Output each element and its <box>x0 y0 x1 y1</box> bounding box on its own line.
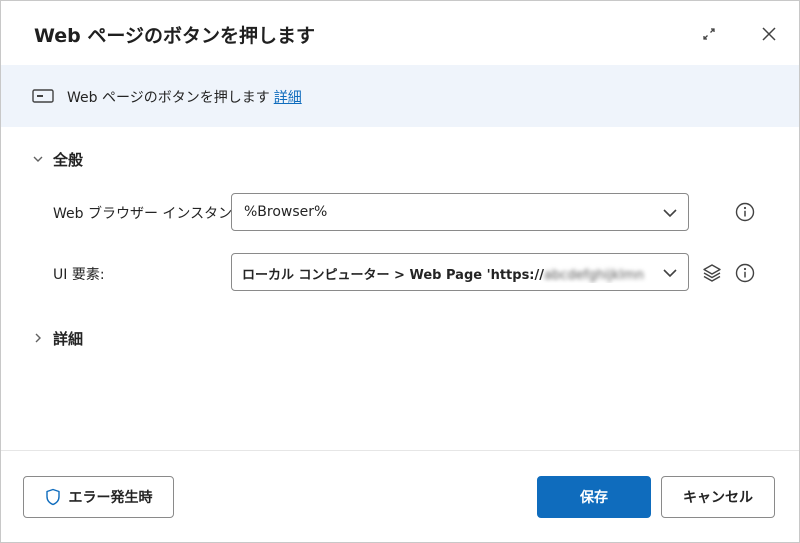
footer-divider <box>1 450 799 451</box>
cancel-button[interactable]: キャンセル <box>661 476 775 518</box>
save-label: 保存 <box>580 490 608 506</box>
browser-instance-label: Web ブラウザー インスタンス: <box>53 206 251 222</box>
chevron-down-icon <box>663 209 677 218</box>
save-button[interactable]: 保存 <box>537 476 651 518</box>
section-general-toggle[interactable]: 全般 <box>31 148 83 170</box>
section-advanced-label: 詳細 <box>53 329 84 348</box>
ui-element-value-redacted: abcdefghijklmn <box>544 268 644 283</box>
expand-icon[interactable] <box>698 23 720 45</box>
layers-icon[interactable] <box>701 262 723 284</box>
ui-element-info-icon[interactable] <box>735 263 755 283</box>
ui-element-dropdown[interactable]: ローカル コンピューター > Web Page 'https://abcdefg… <box>231 253 689 291</box>
chevron-right-icon <box>35 333 41 343</box>
chevron-down-icon <box>33 156 43 162</box>
section-general-label: 全般 <box>53 150 84 169</box>
chevron-down-icon <box>663 269 677 278</box>
close-icon[interactable] <box>758 23 780 45</box>
ui-element-value-prefix: ローカル コンピューター > Web Page 'https:// <box>242 268 544 283</box>
banner-description: Web ページのボタンを押します 詳細 <box>67 87 302 107</box>
browser-instance-value: %Browser% <box>244 204 328 220</box>
on-error-label: エラー発生時 <box>68 490 153 506</box>
section-advanced-toggle[interactable]: 詳細 <box>31 327 83 349</box>
cancel-label: キャンセル <box>683 490 753 506</box>
action-description-banner: Web ページのボタンを押します 詳細 <box>1 65 799 127</box>
web-button-icon <box>32 88 54 107</box>
ui-element-value: ローカル コンピューター > Web Page 'https://abcdefg… <box>242 264 652 283</box>
banner-description-text: Web ページのボタンを押します <box>67 90 270 106</box>
details-link[interactable]: 詳細 <box>274 90 302 106</box>
shield-icon <box>45 488 60 506</box>
browser-instance-dropdown[interactable]: %Browser% <box>231 193 689 231</box>
dialog-titlebar: Web ページのボタンを押します <box>1 1 799 65</box>
on-error-button[interactable]: エラー発生時 <box>23 476 174 518</box>
browser-info-icon[interactable] <box>735 202 755 222</box>
ui-element-label: UI 要素: <box>53 267 105 283</box>
dialog: Web ページのボタンを押します Web ページのボタンを押します詳細 全般 <box>0 0 800 543</box>
dialog-title: Web ページのボタンを押します <box>34 25 316 47</box>
